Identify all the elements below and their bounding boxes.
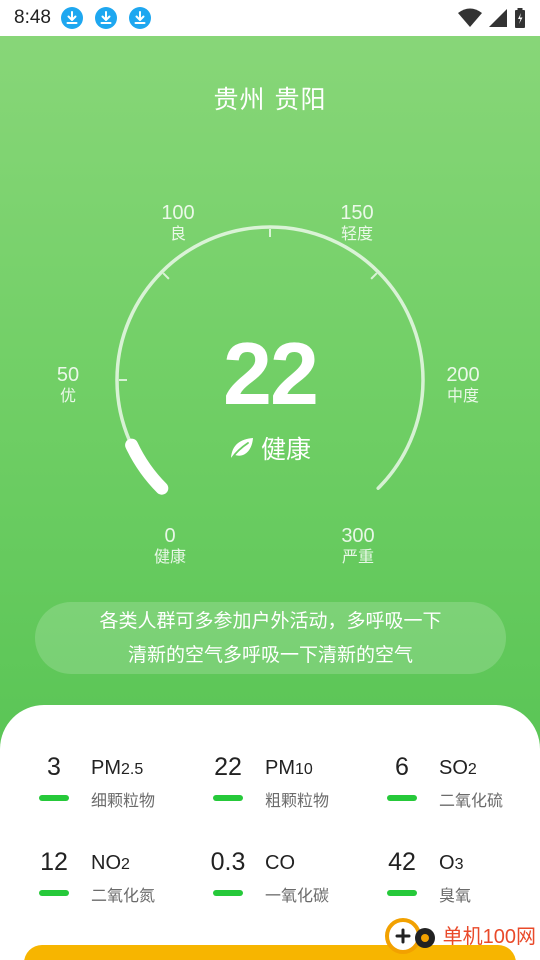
gauge-tick-mark bbox=[162, 272, 170, 280]
battery-icon bbox=[515, 8, 525, 28]
leaf-icon bbox=[230, 438, 253, 459]
pollutant-level-bar bbox=[39, 795, 69, 801]
pollutant-pm25[interactable]: 3 PM2.5 细颗粒物 bbox=[36, 753, 196, 823]
gauge-tick-100: 100 良 bbox=[161, 202, 195, 243]
pollutant-value: 42 bbox=[388, 848, 416, 876]
watermark-text: 单机100网 bbox=[442, 925, 536, 948]
pollutant-name: 二氧化氮 bbox=[91, 886, 156, 905]
pollutant-level-bar bbox=[213, 890, 243, 896]
gauge-tick-300: 300 严重 bbox=[341, 525, 375, 566]
pollutant-name: 粗颗粒物 bbox=[265, 791, 330, 810]
download-icon bbox=[128, 7, 151, 29]
pollutant-value: 3 bbox=[47, 753, 61, 781]
pollutant-level-bar bbox=[39, 890, 69, 896]
pollutant-no2[interactable]: 12 NO2 二氧化氮 bbox=[36, 848, 196, 918]
download-icon bbox=[94, 7, 117, 29]
health-advice: 各类人群可多参加户外活动，多呼吸一下 清新的空气多呼吸一下清新的空气 bbox=[35, 602, 506, 674]
pollutant-level-bar bbox=[387, 795, 417, 801]
pollutant-o3[interactable]: 42 O3 臭氧 bbox=[384, 848, 540, 918]
status-bar: 8:48 bbox=[0, 0, 540, 36]
download-icon bbox=[60, 7, 83, 29]
status-time: 8:48 bbox=[14, 7, 51, 28]
gauge-tick-mark bbox=[370, 272, 378, 280]
gauge-tick-150: 150 轻度 bbox=[340, 202, 374, 243]
aqi-level: 健康 bbox=[0, 430, 540, 466]
city-title[interactable]: 贵州 贵阳 bbox=[0, 80, 540, 116]
watermark-logo-icon bbox=[384, 918, 435, 954]
pollutant-value: 6 bbox=[395, 753, 409, 781]
pollutant-name: 一氧化碳 bbox=[265, 886, 330, 905]
pollutant-name: 细颗粒物 bbox=[91, 791, 156, 810]
signal-icon bbox=[489, 9, 507, 27]
pollutant-code: PM10 bbox=[265, 757, 313, 779]
pollutant-so2[interactable]: 6 SO2 二氧化硫 bbox=[384, 753, 540, 823]
pollutant-code: SO2 bbox=[439, 757, 477, 779]
pollutant-name: 二氧化硫 bbox=[439, 791, 504, 810]
pollutant-co[interactable]: 0.3 CO 一氧化碳 bbox=[210, 848, 370, 918]
watermark: 单机100网 bbox=[381, 912, 536, 956]
advice-line-1: 各类人群可多参加户外活动，多呼吸一下 bbox=[99, 610, 442, 632]
pollutant-code: CO bbox=[265, 852, 295, 874]
pollutant-code: NO2 bbox=[91, 852, 130, 874]
pollutant-code: PM2.5 bbox=[91, 757, 144, 779]
pollutant-code: O3 bbox=[439, 852, 464, 874]
gauge-tick-0: 0 健康 bbox=[153, 525, 186, 566]
advice-line-2: 清新的空气多呼吸一下清新的空气 bbox=[127, 644, 413, 666]
pollutant-name: 臭氧 bbox=[439, 886, 472, 905]
pollutant-level-bar bbox=[387, 890, 417, 896]
aqi-value: 22 bbox=[223, 324, 319, 423]
aqi-level-label: 健康 bbox=[260, 435, 311, 464]
pollutant-value: 0.3 bbox=[210, 848, 246, 876]
wifi-icon bbox=[458, 8, 482, 27]
pollutant-pm10[interactable]: 22 PM10 粗颗粒物 bbox=[210, 753, 370, 823]
pollutant-value: 12 bbox=[40, 848, 68, 876]
pollutant-level-bar bbox=[213, 795, 243, 801]
pollutant-value: 22 bbox=[214, 753, 242, 781]
